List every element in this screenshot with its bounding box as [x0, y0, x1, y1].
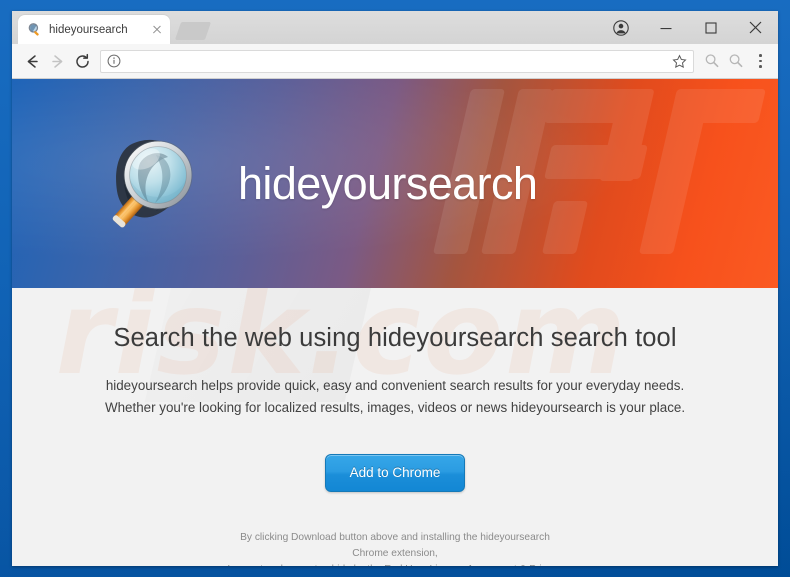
eula-link[interactable]: End User License Agreement [384, 564, 517, 566]
window-controls [598, 11, 778, 44]
menu-dots [752, 52, 768, 70]
add-to-chrome-button[interactable]: Add to Chrome [324, 454, 466, 493]
page-content: risk.com Search the web using hideyourse… [12, 288, 778, 566]
description-line-1: hideyoursearch helps provide quick, easy… [105, 378, 685, 393]
maximize-button[interactable] [688, 11, 733, 44]
bookmark-star-icon[interactable] [672, 53, 687, 69]
extension-magnifier-icon-1[interactable] [700, 49, 724, 73]
tab-title: hideyoursearch [49, 23, 128, 36]
privacy-policy-link-part-1[interactable]: Privacy [529, 564, 562, 566]
close-button[interactable] [733, 11, 778, 44]
extension-magnifier-icon-2[interactable] [724, 49, 748, 73]
browser-window: hideyoursearch hideyoursearch risk.com S… [12, 11, 778, 566]
legal-line-3-prefix: I accept and agree to abide by the [227, 564, 384, 566]
minimize-button[interactable] [643, 11, 688, 44]
three-dot-menu-icon[interactable] [748, 49, 772, 73]
legal-line-1: By clicking Download button above and in… [240, 532, 550, 544]
tab-close-icon[interactable] [150, 23, 164, 37]
brand-name: hideyoursearch [238, 157, 538, 209]
legal-disclaimer: By clicking Download button above and in… [12, 530, 778, 566]
forward-button-icon[interactable] [45, 49, 70, 74]
page-title: Search the web using hideyoursearch sear… [113, 324, 677, 352]
back-button-icon[interactable] [20, 49, 45, 74]
legal-line-3: I accept and agree to abide by the End U… [12, 562, 778, 566]
tab-strip: hideyoursearch [12, 11, 778, 44]
reload-button-icon[interactable] [70, 49, 95, 74]
legal-line-2: Chrome extension, [352, 548, 438, 560]
page-description: hideyoursearch helps provide quick, easy… [12, 375, 778, 418]
legal-ampersand: & [517, 564, 529, 566]
magnifier-over-fingerprint-logo-icon [100, 123, 216, 245]
browser-tab-hideyoursearch[interactable]: hideyoursearch [18, 15, 170, 44]
tab-favicon-magnifier-icon [27, 22, 42, 37]
page-viewport: hideyoursearch risk.com Search the web u… [12, 79, 778, 566]
desktop-background: hideyoursearch hideyoursearch risk.com S… [0, 0, 790, 577]
brand-block: hideyoursearch [12, 79, 778, 288]
browser-toolbar [12, 44, 778, 79]
new-tab-button[interactable] [174, 22, 212, 40]
profile-avatar-icon[interactable] [598, 11, 643, 44]
description-line-2: Whether you're looking for localized res… [104, 399, 686, 415]
cta-container: Add to Chrome [12, 454, 778, 493]
address-bar[interactable] [100, 49, 694, 73]
hero-banner: hideyoursearch [12, 79, 778, 288]
page-info-icon[interactable] [107, 54, 121, 68]
